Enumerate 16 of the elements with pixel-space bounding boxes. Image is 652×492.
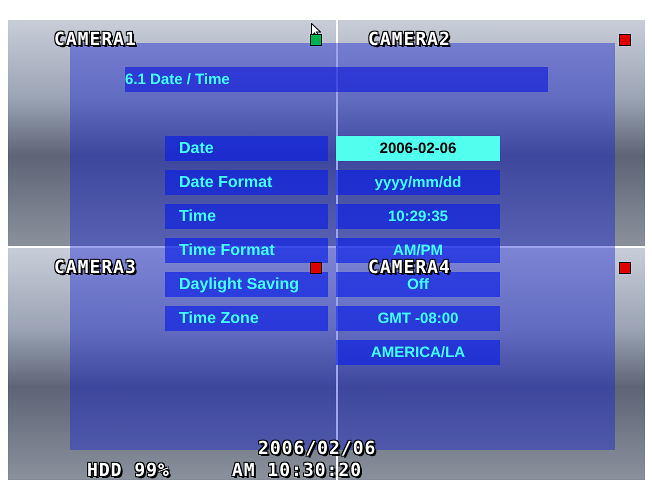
setting-value[interactable]: AMERICA/LA (336, 340, 500, 365)
menu-title: 6.1 Date / Time (125, 67, 548, 92)
setting-value[interactable]: GMT -08:00 (336, 306, 500, 331)
setting-label[interactable]: Date (165, 136, 328, 161)
setting-label[interactable]: Time Format (165, 238, 328, 263)
hdd-usage: HDD 99% (87, 460, 170, 482)
camera-label: CAMERA3 (54, 258, 137, 278)
setting-value[interactable]: Off (336, 272, 500, 297)
setting-label[interactable]: Time Zone (165, 306, 328, 331)
setting-label[interactable]: Daylight Saving (165, 272, 328, 297)
setting-label[interactable]: Date Format (165, 170, 328, 195)
date-display: 2006/02/06 (258, 438, 376, 460)
setting-value[interactable]: 10:29:35 (336, 204, 500, 229)
setting-value[interactable]: 2006-02-06 (336, 136, 500, 161)
setting-label[interactable]: Time (165, 204, 328, 229)
setting-value[interactable]: yyyy/mm/dd (336, 170, 500, 195)
